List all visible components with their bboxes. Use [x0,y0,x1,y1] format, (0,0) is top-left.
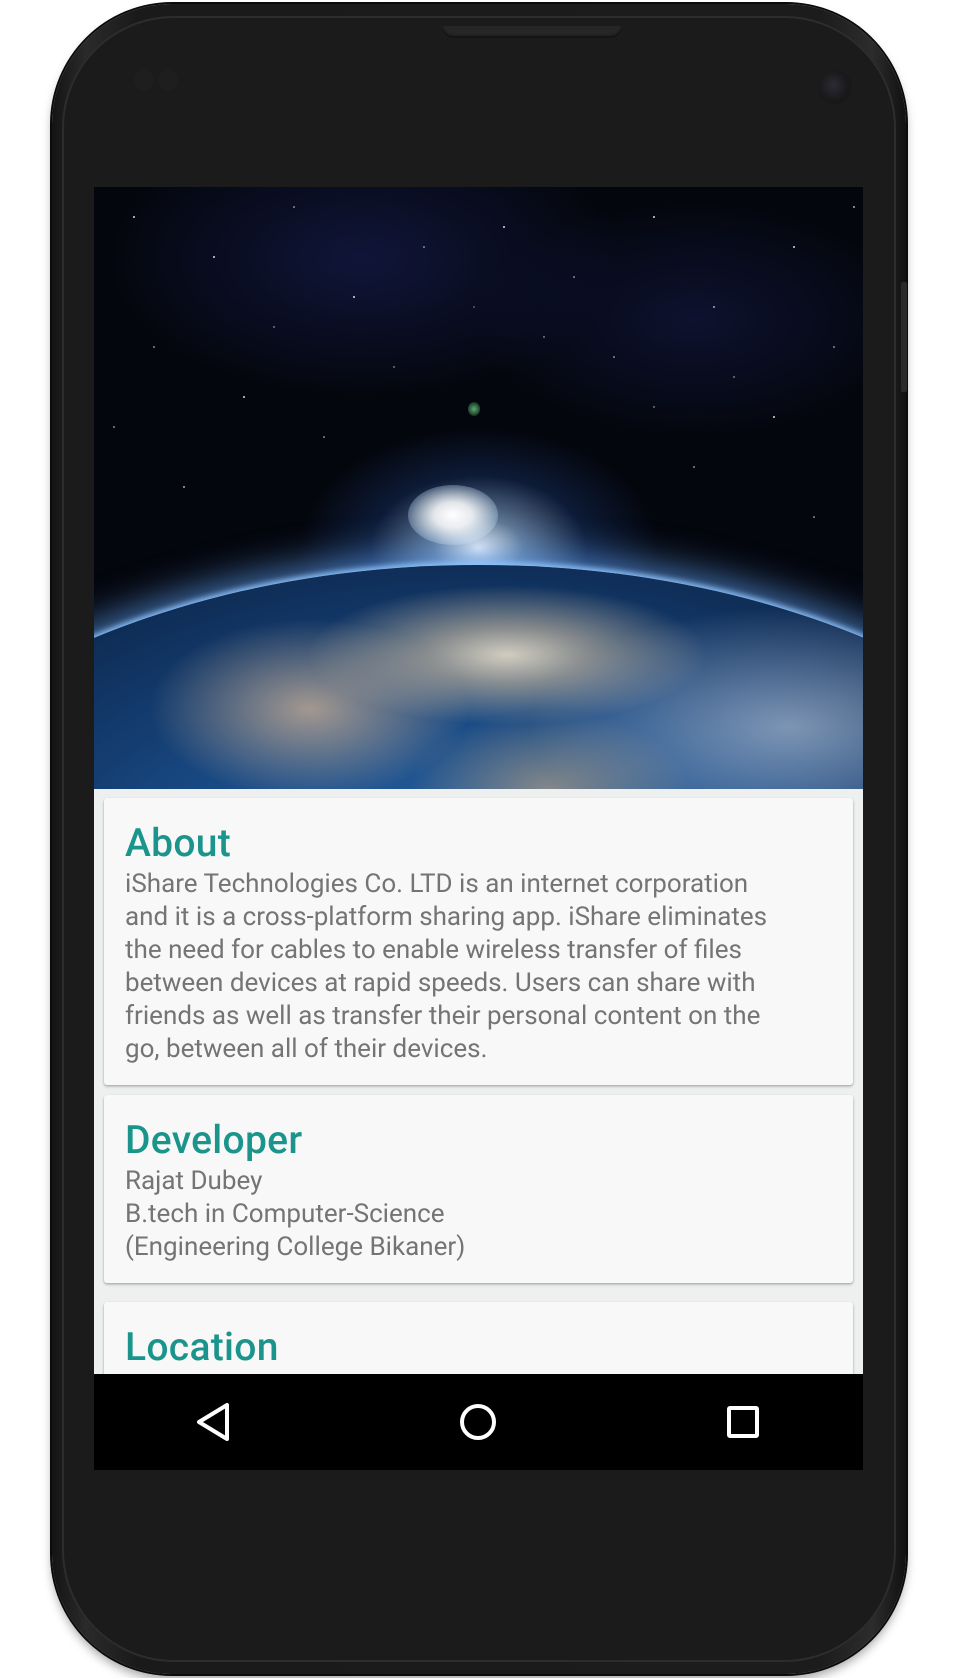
about-card: About iShare Technologies Co. LTD is an … [104,798,853,1085]
location-title: Location [125,1324,279,1370]
about-line: iShare Technologies Co. LTD is an intern… [125,869,749,899]
about-title: About [125,820,232,866]
about-line: the need for cables to enable wireless t… [125,935,742,965]
about-line: go, between all of their devices. [125,1034,488,1064]
home-button[interactable] [448,1397,508,1447]
app-screen: About iShare Technologies Co. LTD is an … [94,187,863,1470]
earth-globe [94,565,863,789]
about-line: between devices at rapid speeds. Users c… [125,968,756,998]
starfield [113,206,855,518]
power-button [901,282,907,392]
developer-college: (Engineering College Bikaner) [125,1232,466,1262]
front-camera [818,70,852,104]
lens-flare [468,402,480,416]
back-button[interactable] [183,1397,243,1447]
light-sensor [158,70,178,90]
proximity-sensor [134,70,154,90]
developer-card: Developer Rajat Dubey B.tech in Computer… [104,1095,853,1283]
earpiece-speaker [442,26,622,38]
about-description: iShare Technologies Co. LTD is an intern… [125,868,837,1066]
developer-info: Rajat Dubey B.tech in Computer-Science (… [125,1165,837,1264]
about-line: and it is a cross-platform sharing app. … [125,902,768,932]
sunrise-glow [408,485,498,545]
developer-name: Rajat Dubey [125,1166,263,1196]
recents-square-icon [727,1406,759,1438]
home-circle-icon [460,1404,496,1440]
back-triangle-icon [197,1403,229,1441]
header-image-earth-from-space [94,187,863,789]
recents-button[interactable] [713,1397,773,1447]
about-line: friends as well as transfer their person… [125,1001,761,1031]
developer-degree: B.tech in Computer-Science [125,1199,445,1229]
developer-title: Developer [125,1117,303,1163]
android-navigation-bar [94,1374,863,1470]
